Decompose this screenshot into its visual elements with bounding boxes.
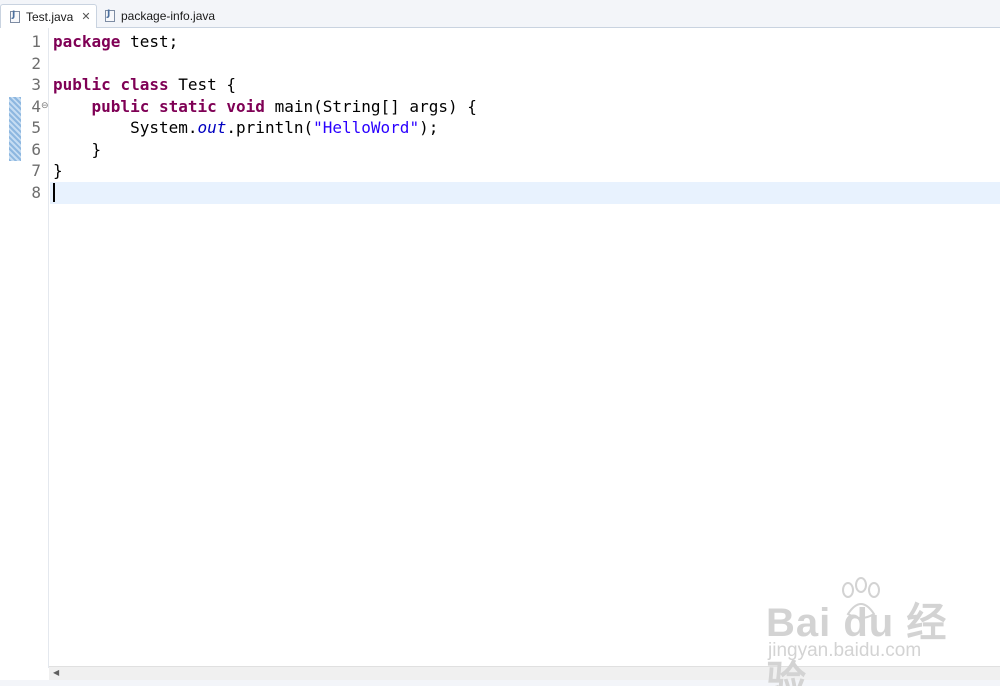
line-number: 5 (31, 118, 41, 137)
line-number: 2 (31, 53, 41, 73)
code-line-4: public static void main(String[] args) { (91, 96, 477, 116)
tab-package-info-java[interactable]: package-info.java (97, 4, 227, 28)
line-number: 1 (31, 32, 41, 51)
code-line-6: } (53, 139, 102, 159)
close-icon[interactable]: ✕ (81, 11, 90, 22)
code-line-7: } (53, 161, 63, 180)
editor-tab-bar: Test.java ✕ package-info.java (0, 0, 1000, 28)
code-editor[interactable]: 1 2 3 4 5 6 7 8 ⊖ package test; public c… (0, 28, 1000, 668)
tab-label: package-info.java (121, 9, 216, 23)
java-file-icon (105, 9, 115, 22)
line-number: 3 (31, 75, 41, 94)
java-file-icon (10, 10, 20, 23)
quick-diff-marker (9, 97, 21, 161)
tab-test-java[interactable]: Test.java ✕ (0, 4, 97, 28)
line-number: 6 (31, 139, 41, 159)
watermark-brand: Bai du 经验 (766, 601, 948, 686)
fold-collapse-icon[interactable]: ⊖ (41, 101, 49, 111)
eclipse-editor-window: Test.java ✕ package-info.java 1 2 3 4 5 … (0, 0, 1000, 686)
code-line-1: package test; (53, 32, 179, 51)
code-line-3: public class Test { (53, 75, 237, 94)
tab-label: Test.java (26, 9, 74, 24)
line-number: 4 (31, 96, 41, 116)
baidu-watermark: Bai du 经验 jingyan.baidu.com (766, 577, 966, 686)
text-caret (53, 183, 55, 202)
line-number: 7 (31, 161, 41, 180)
code-line-5: System.out.println("HelloWord"); (53, 118, 439, 137)
watermark-url: jingyan.baidu.com (768, 640, 922, 661)
line-number: 8 (31, 182, 41, 202)
scroll-left-arrow-icon[interactable]: ◀ (53, 668, 59, 677)
current-line-highlight (50, 182, 1000, 204)
